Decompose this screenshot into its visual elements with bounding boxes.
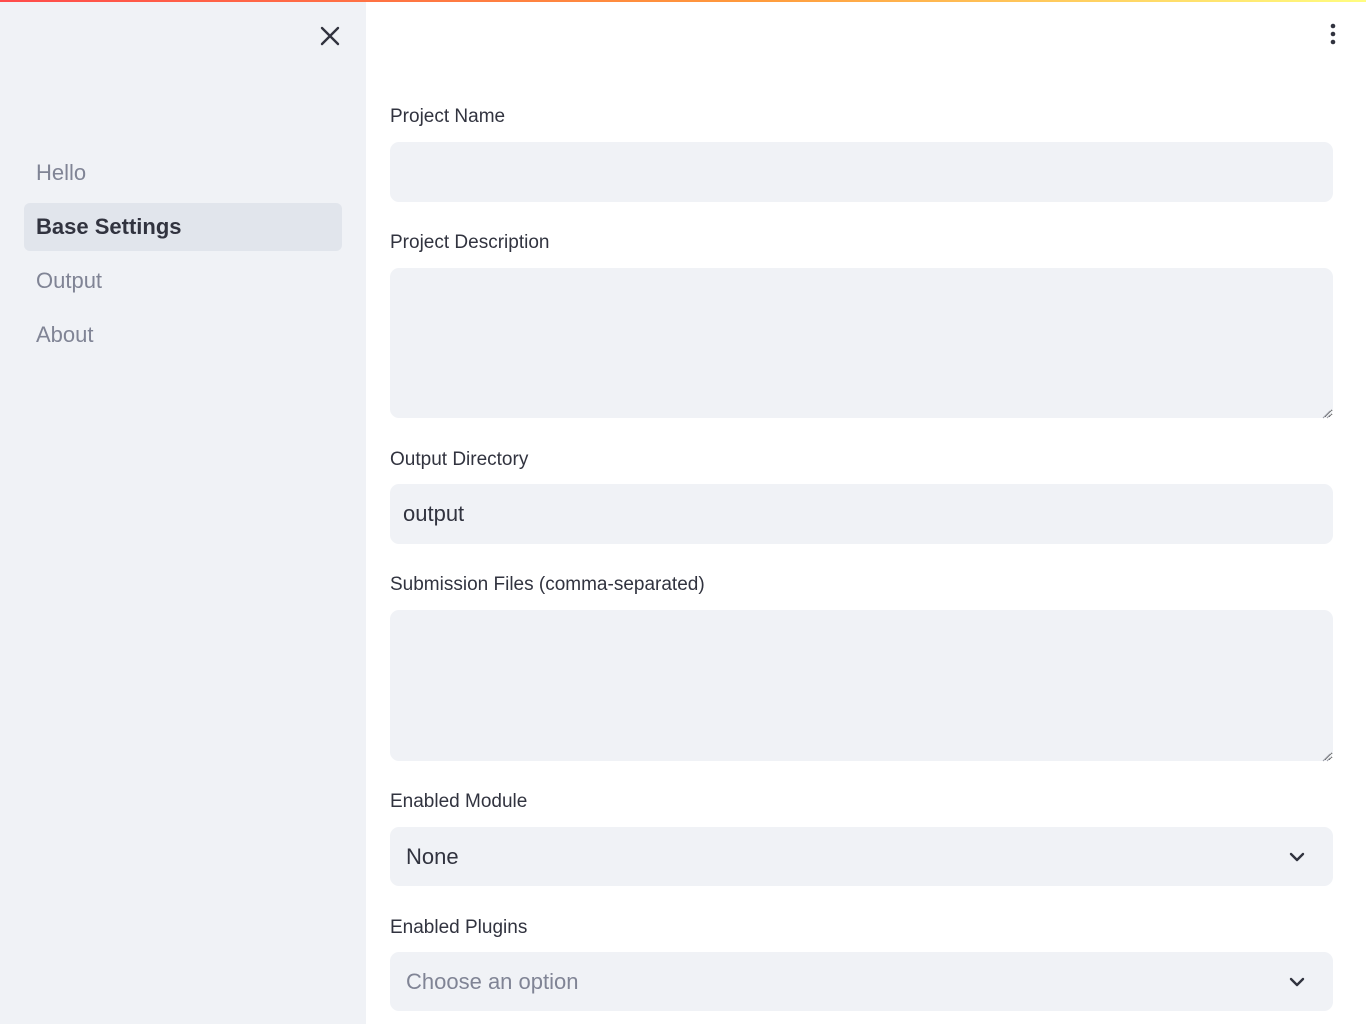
enabled-module-value: None [406, 843, 459, 869]
enabled-plugins-placeholder: Choose an option [406, 968, 579, 994]
sidebar-item-label: Hello [36, 160, 87, 185]
close-icon [319, 25, 341, 52]
project-description-label: Project Description [390, 232, 550, 253]
sidebar-item-label: Base Settings [36, 214, 182, 239]
main-menu-button[interactable] [1318, 20, 1348, 52]
enabled-plugins-label: Enabled Plugins [390, 917, 528, 938]
output-directory-input[interactable] [390, 484, 1333, 544]
project-name-input[interactable] [390, 142, 1333, 202]
sidebar-item-label: Output [36, 268, 103, 293]
kebab-menu-icon [1330, 23, 1336, 50]
sidebar-item-about[interactable]: About [24, 311, 342, 359]
enabled-module-select[interactable]: None [390, 827, 1333, 886]
enabled-module-label: Enabled Module [390, 791, 528, 812]
chevron-down-icon [1285, 970, 1309, 994]
sidebar: Hello Base Settings Output About [0, 0, 366, 1024]
sidebar-item-hello[interactable]: Hello [24, 149, 342, 197]
enabled-plugins-multiselect[interactable]: Choose an option [390, 952, 1333, 1011]
sidebar-item-base-settings[interactable]: Base Settings [24, 203, 342, 251]
project-name-label: Project Name [390, 106, 506, 127]
sidebar-close-button[interactable] [314, 22, 346, 54]
project-description-textarea[interactable] [390, 268, 1333, 418]
submission-files-label: Submission Files (comma-separated) [390, 574, 705, 595]
sidebar-nav: Hello Base Settings Output About [24, 149, 342, 365]
sidebar-item-output[interactable]: Output [24, 257, 342, 305]
submission-files-textarea[interactable] [390, 610, 1333, 761]
sidebar-item-label: About [36, 322, 94, 347]
chevron-down-icon [1285, 845, 1309, 869]
resize-grip-icon[interactable] [1321, 406, 1331, 419]
resize-grip-icon[interactable] [1321, 749, 1331, 762]
top-decoration-bar [0, 0, 1366, 2]
main-content: Project Name Project Description Output … [366, 0, 1366, 1024]
output-directory-label: Output Directory [390, 449, 529, 470]
